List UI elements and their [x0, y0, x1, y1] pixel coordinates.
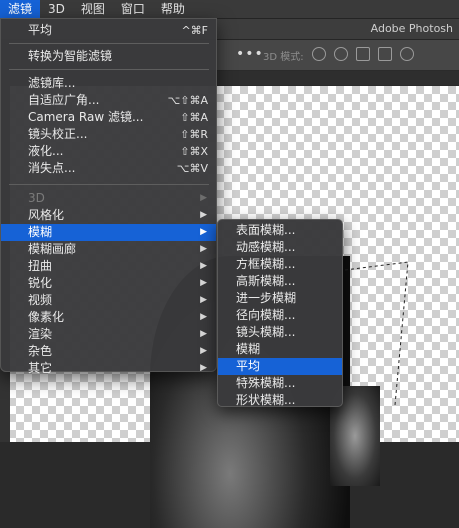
menu-window[interactable]: 窗口: [113, 0, 153, 18]
menu-item-sharpen[interactable]: 锐化 ▶: [1, 275, 216, 292]
menu-item-label: 其它: [28, 361, 53, 375]
submenu-arrow-icon: ▶: [200, 312, 207, 322]
submenu-arrow-icon: ▶: [200, 227, 207, 237]
menu-item-adaptive-wide-angle[interactable]: 自适应广角... ⌥⇧⌘A: [1, 92, 216, 109]
submenu-arrow-icon: ▶: [200, 244, 207, 254]
submenu-arrow-icon: ▶: [200, 193, 207, 203]
menu-item-label: 模糊画廊: [28, 242, 77, 256]
submenu-arrow-icon: ▶: [200, 329, 207, 339]
menu-item-noise[interactable]: 杂色 ▶: [1, 343, 216, 360]
submenu-item-motion-blur[interactable]: 动感模糊...: [218, 239, 342, 256]
submenu-arrow-icon: ▶: [200, 261, 207, 271]
menu-separator: [9, 69, 209, 70]
3d-rotate-icon[interactable]: [312, 47, 326, 61]
menu-item-label: 像素化: [28, 310, 65, 324]
menu-item-distort[interactable]: 扭曲 ▶: [1, 258, 216, 275]
menu-item-label: 滤镜库...: [28, 76, 76, 90]
3d-scale-icon[interactable]: [400, 47, 414, 61]
menu-item-label: 消失点...: [28, 161, 76, 175]
shortcut: ⇧⌘A: [180, 111, 208, 124]
menu-separator: [9, 184, 209, 185]
menu-item-last-filter[interactable]: 平均 ^⌘F: [1, 22, 216, 39]
submenu-arrow-icon: ▶: [200, 346, 207, 356]
submenu-item-gaussian-blur[interactable]: 高斯模糊...: [218, 273, 342, 290]
menu-item-stylize[interactable]: 风格化 ▶: [1, 207, 216, 224]
submenu-item-surface-blur[interactable]: 表面模糊...: [218, 222, 342, 239]
menu-item-3d: 3D ▶: [1, 190, 216, 207]
menu-item-label: 自适应广角...: [28, 93, 100, 107]
menu-filter[interactable]: 滤镜: [0, 0, 41, 18]
menu-3d[interactable]: 3D: [40, 0, 73, 18]
menu-item-pixelate[interactable]: 像素化 ▶: [1, 309, 216, 326]
3d-roll-icon[interactable]: [334, 47, 348, 61]
menu-item-blur-gallery[interactable]: 模糊画廊 ▶: [1, 241, 216, 258]
menu-item-video[interactable]: 视频 ▶: [1, 292, 216, 309]
submenu-item-blur[interactable]: 模糊: [218, 341, 342, 358]
blur-submenu: 表面模糊... 动感模糊... 方框模糊... 高斯模糊... 进一步模糊 径向…: [217, 219, 343, 407]
menu-item-label: 杂色: [28, 344, 53, 358]
submenu-item-radial-blur[interactable]: 径向模糊...: [218, 307, 342, 324]
menu-item-label: 镜头校正...: [28, 127, 88, 141]
menu-item-blur[interactable]: 模糊 ▶: [1, 224, 216, 241]
menu-item-label: 液化...: [28, 144, 64, 158]
menu-item-label: 扭曲: [28, 259, 53, 273]
shortcut: ⇧⌘X: [180, 145, 208, 158]
submenu-arrow-icon: ▶: [200, 278, 207, 288]
submenu-item-smart-blur[interactable]: 特殊模糊...: [218, 375, 342, 392]
menu-item-other[interactable]: 其它 ▶: [1, 360, 216, 377]
menu-view[interactable]: 视图: [73, 0, 113, 18]
menu-item-camera-raw[interactable]: Camera Raw 滤镜... ⇧⌘A: [1, 109, 216, 126]
filter-menu: 平均 ^⌘F 转换为智能滤镜 滤镜库... 自适应广角... ⌥⇧⌘A Came…: [0, 18, 217, 375]
menu-item-label: 转换为智能滤镜: [28, 49, 113, 63]
submenu-item-box-blur[interactable]: 方框模糊...: [218, 256, 342, 273]
menu-item-label: Camera Raw 滤镜...: [28, 110, 144, 124]
submenu-item-blur-more[interactable]: 进一步模糊: [218, 290, 342, 307]
3d-drag-icon[interactable]: [356, 47, 370, 61]
shortcut: ⌥⌘V: [176, 162, 208, 175]
menu-item-label: 视频: [28, 293, 53, 307]
3d-slide-icon[interactable]: [378, 47, 392, 61]
submenu-item-shape-blur[interactable]: 形状模糊...: [218, 392, 342, 409]
menu-item-label: 渲染: [28, 327, 53, 341]
menu-bar: 滤镜 3D 视图 窗口 帮助: [0, 0, 459, 19]
menu-item-liquify[interactable]: 液化... ⇧⌘X: [1, 143, 216, 160]
menu-item-label: 平均: [28, 23, 53, 37]
menu-item-render[interactable]: 渲染 ▶: [1, 326, 216, 343]
menu-item-convert-smart-filter[interactable]: 转换为智能滤镜: [1, 48, 216, 65]
menu-item-filter-gallery[interactable]: 滤镜库...: [1, 75, 216, 92]
menu-help[interactable]: 帮助: [153, 0, 193, 18]
submenu-arrow-icon: ▶: [200, 210, 207, 220]
shortcut: ^⌘F: [181, 24, 208, 37]
submenu-item-average[interactable]: 平均: [218, 358, 342, 375]
submenu-arrow-icon: ▶: [200, 295, 207, 305]
3d-mode-label: 3D 模式:: [263, 52, 304, 63]
menu-item-label: 3D: [28, 191, 45, 205]
more-options-button[interactable]: •••: [236, 46, 264, 62]
menu-separator: [9, 43, 209, 44]
shortcut: ⇧⌘R: [180, 128, 208, 141]
shortcut: ⌥⇧⌘A: [167, 94, 208, 107]
submenu-arrow-icon: ▶: [200, 363, 207, 373]
submenu-item-lens-blur[interactable]: 镜头模糊...: [218, 324, 342, 341]
menu-item-label: 模糊: [28, 225, 53, 239]
menu-item-label: 风格化: [28, 208, 65, 222]
app-title: Adobe Photosh: [370, 22, 453, 35]
menu-item-vanishing-point[interactable]: 消失点... ⌥⌘V: [1, 160, 216, 177]
menu-item-lens-correction[interactable]: 镜头校正... ⇧⌘R: [1, 126, 216, 143]
menu-item-label: 锐化: [28, 276, 53, 290]
